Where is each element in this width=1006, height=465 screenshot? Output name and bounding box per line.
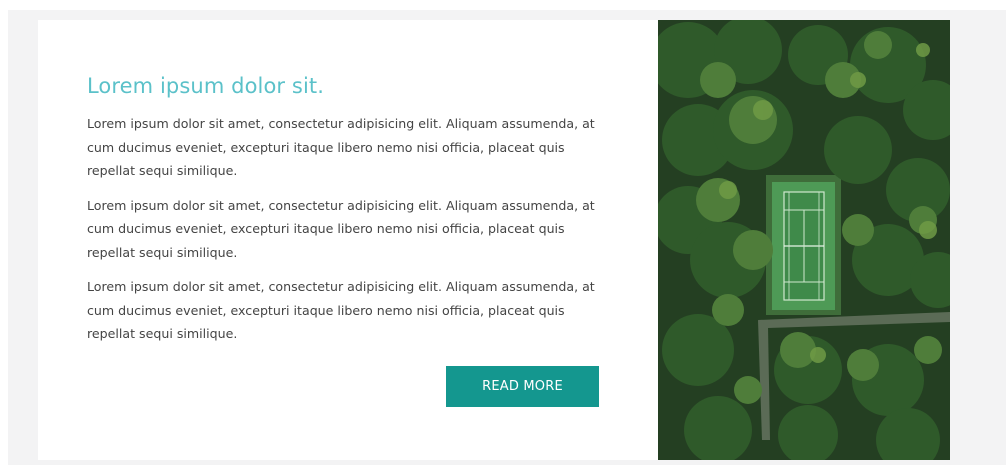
forest-illustration	[658, 20, 950, 460]
text-block: Lorem ipsum dolor sit. Lorem ipsum dolor…	[87, 72, 607, 346]
section-title: Lorem ipsum dolor sit.	[87, 74, 325, 98]
tennis-court-shape	[772, 182, 835, 310]
paragraph: Lorem ipsum dolor sit amet, consectetur …	[87, 116, 595, 178]
aerial-forest-image	[658, 20, 950, 460]
read-more-button[interactable]: READ MORE	[446, 366, 599, 407]
paragraph: Lorem ipsum dolor sit amet, consectetur …	[87, 197, 595, 260]
paragraph: Lorem ipsum dolor sit amet, consectetur …	[87, 279, 595, 341]
